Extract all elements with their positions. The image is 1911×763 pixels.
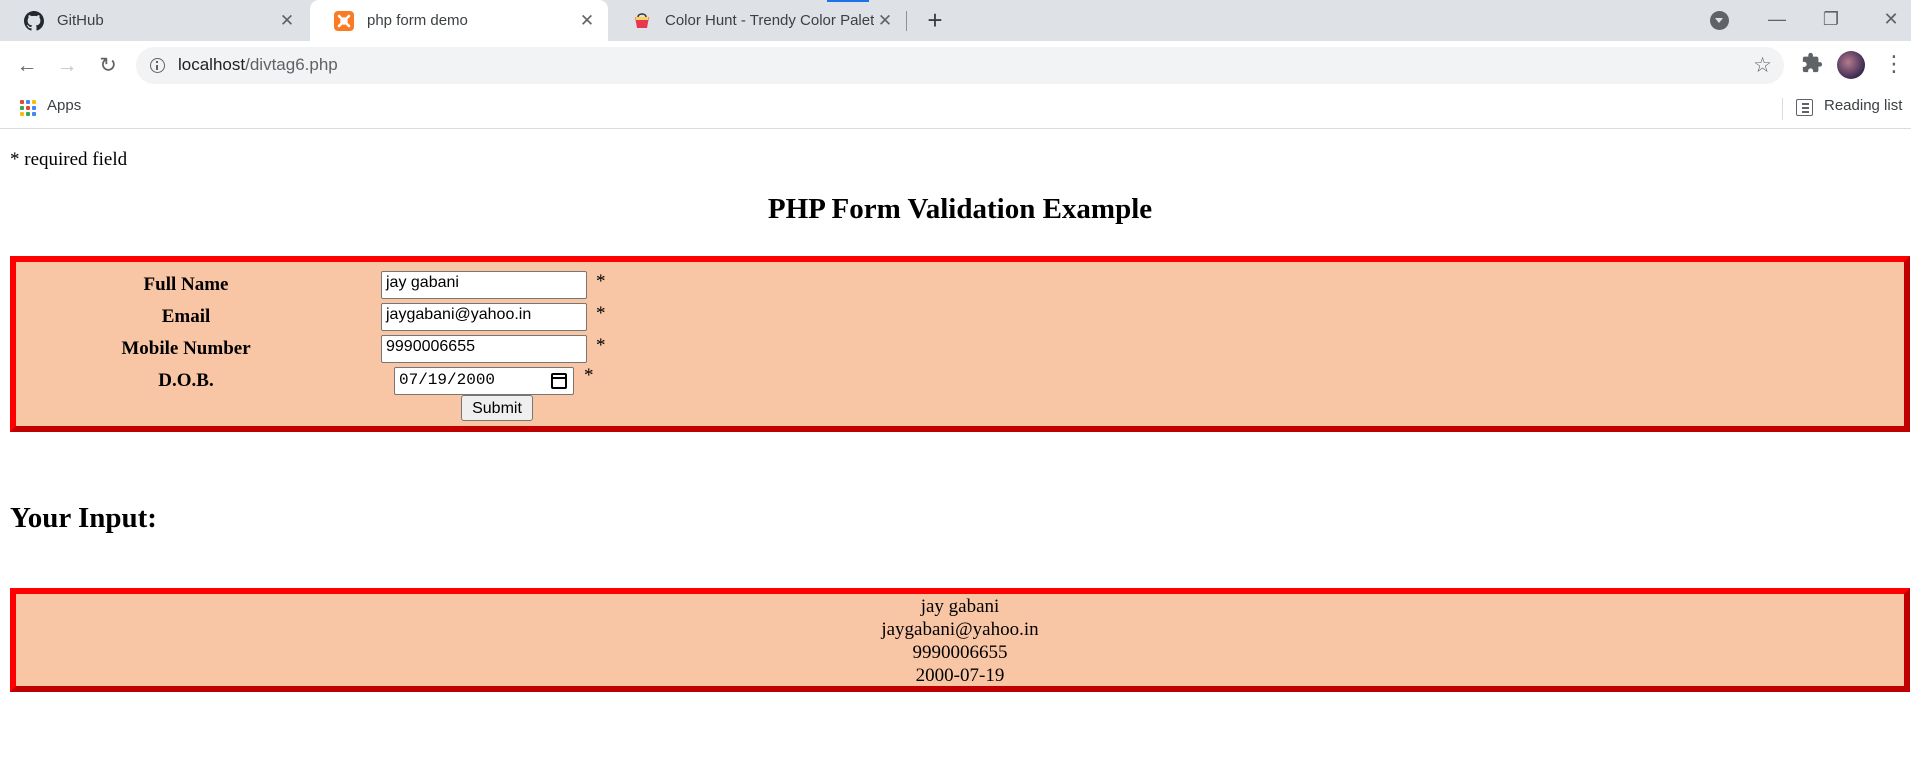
github-icon — [24, 10, 44, 31]
tab-color-hunt[interactable]: Color Hunt - Trendy Color Palettes ✕ — [608, 0, 906, 41]
required-field-note: * required field — [10, 149, 128, 170]
mobile-number-label: Mobile Number — [121, 338, 251, 359]
forward-icon[interactable]: → — [52, 51, 82, 81]
url-text: localhost/divtag6.php — [178, 55, 338, 74]
email-label: Email — [161, 306, 211, 327]
reading-list-icon[interactable] — [1796, 99, 1813, 116]
mobile-number-input[interactable]: 9990006655 — [381, 335, 587, 363]
browser-toolbar: ← → ↻ localhost/divtag6.php ☆ — [0, 41, 1911, 90]
close-icon[interactable]: ✕ — [576, 11, 598, 31]
xampp-icon — [334, 10, 354, 31]
tab-github[interactable]: GitHub ✕ — [0, 0, 308, 41]
info-icon[interactable] — [150, 58, 165, 73]
page-content: * required field PHP Form Validation Exa… — [0, 130, 1911, 763]
close-icon[interactable]: ✕ — [276, 11, 298, 31]
output-email: jaygabani@yahoo.in — [881, 619, 1039, 640]
tab-search-icon[interactable] — [1710, 11, 1729, 30]
color-hunt-icon — [632, 11, 652, 31]
back-icon[interactable]: ← — [12, 51, 42, 81]
output-mobile-number: 9990006655 — [912, 642, 1008, 663]
form-row-mobile: Mobile Number 9990006655 * — [16, 335, 1904, 363]
full-name-input[interactable]: jay gabani — [381, 271, 587, 299]
tab-strip: GitHub ✕ php form demo ✕ Color Hunt - Tr… — [0, 0, 1911, 41]
tab-title: php form demo — [367, 12, 468, 29]
tab-separator — [906, 11, 907, 31]
tab-title: GitHub — [57, 12, 104, 29]
output-full-name: jay gabani — [920, 596, 1000, 617]
reading-list-button[interactable]: Reading list — [1824, 97, 1902, 114]
minimize-icon[interactable]: — — [1762, 6, 1792, 32]
required-marker: * — [596, 271, 606, 292]
submit-button[interactable]: Submit — [461, 395, 533, 421]
form-row-email: Email jaygabani@yahoo.in * — [16, 303, 1904, 331]
form-container: Full Name jay gabani * Email jaygabani@y… — [10, 256, 1910, 432]
dob-value: 07/19/2000 — [399, 371, 496, 389]
bookmark-star-icon[interactable]: ☆ — [1753, 53, 1772, 78]
page-title: PHP Form Validation Example — [767, 193, 1153, 225]
address-bar[interactable]: localhost/divtag6.php ☆ — [136, 47, 1784, 84]
output-dob: 2000-07-19 — [915, 665, 1005, 686]
required-marker: * — [596, 303, 606, 324]
output-container: jay gabani jaygabani@yahoo.in 9990006655… — [10, 588, 1910, 692]
restore-icon[interactable]: ❐ — [1816, 6, 1846, 32]
apps-icon[interactable] — [20, 100, 36, 116]
profile-avatar[interactable] — [1837, 51, 1865, 79]
form-row-dob: D.O.B. 07/19/2000 * — [16, 365, 1904, 395]
required-marker: * — [596, 335, 606, 356]
apps-bookmark[interactable]: Apps — [47, 97, 81, 114]
extensions-icon[interactable] — [1800, 52, 1824, 76]
dob-date-input[interactable]: 07/19/2000 — [394, 367, 574, 395]
tab-title: Color Hunt - Trendy Color Palettes — [665, 12, 874, 29]
dob-label: D.O.B. — [158, 370, 214, 391]
calendar-icon[interactable] — [551, 373, 567, 389]
email-input[interactable]: jaygabani@yahoo.in — [381, 303, 587, 331]
window-close-icon[interactable]: ✕ — [1876, 6, 1906, 32]
required-marker: * — [584, 365, 594, 386]
tab-php-form-demo[interactable]: php form demo ✕ — [310, 0, 608, 41]
form-row-full-name: Full Name jay gabani * — [16, 271, 1904, 299]
close-icon[interactable]: ✕ — [874, 11, 896, 31]
reload-icon[interactable]: ↻ — [93, 51, 123, 81]
bookmarks-bar: Apps Reading list — [0, 90, 1911, 129]
bookmarks-separator — [1782, 98, 1783, 120]
full-name-label: Full Name — [143, 274, 229, 295]
output-heading: Your Input: — [10, 502, 157, 534]
new-tab-button[interactable]: + — [920, 6, 950, 36]
menu-icon[interactable]: ⋮ — [1883, 52, 1905, 78]
